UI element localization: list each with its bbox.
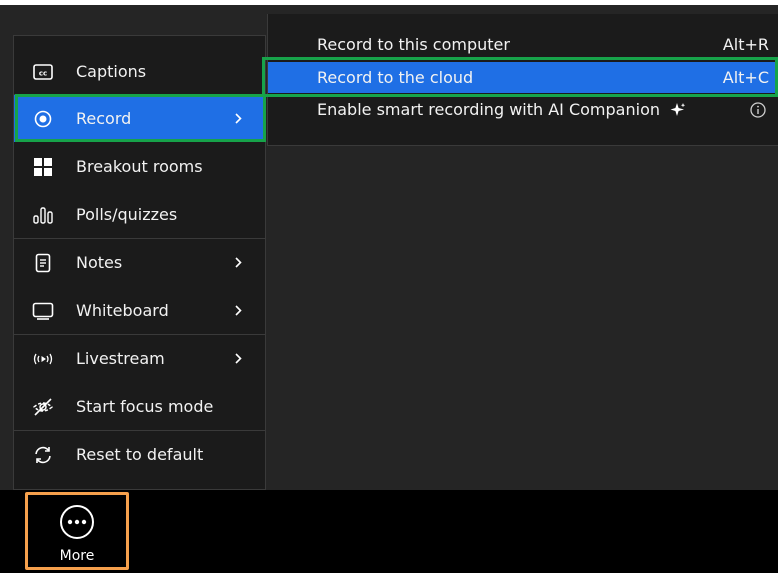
- chevron-right-icon: [233, 257, 243, 268]
- submenu-item-label: Enable smart recording with AI Companion: [317, 100, 660, 119]
- menu-item-whiteboard[interactable]: Whiteboard: [14, 287, 265, 334]
- submenu-item-label: Record to this computer: [317, 35, 510, 54]
- whiteboard-icon: [31, 299, 55, 323]
- chevron-right-icon: [233, 305, 243, 316]
- menu-item-captions[interactable]: cc Captions: [14, 48, 265, 95]
- screenshot-canvas: cc Captions Record Breakout rooms Polls/…: [0, 0, 778, 573]
- captions-icon: cc: [31, 60, 55, 84]
- submenu-item-record-to-cloud[interactable]: Record to the cloud Alt+C: [268, 62, 778, 93]
- menu-item-label: Whiteboard: [76, 301, 169, 320]
- record-icon: [31, 107, 55, 131]
- sparkle-icon: [670, 102, 686, 118]
- menu-item-livestream[interactable]: Livestream: [14, 335, 265, 382]
- menu-item-label: Reset to default: [76, 445, 204, 464]
- menu-item-record[interactable]: Record: [14, 95, 265, 142]
- shortcut-label: Alt+R: [722, 35, 769, 54]
- notes-icon: [31, 251, 55, 275]
- menu-item-label: Notes: [76, 253, 123, 272]
- shortcut-label: Alt+C: [722, 68, 769, 87]
- svg-text:cc: cc: [39, 69, 47, 77]
- submenu-item-label: Record to the cloud: [317, 68, 474, 87]
- menu-item-breakout-rooms[interactable]: Breakout rooms: [14, 143, 265, 190]
- menu-item-label: Polls/quizzes: [76, 205, 178, 224]
- more-menu: cc Captions Record Breakout rooms Polls/…: [13, 35, 266, 490]
- more-label: More: [59, 548, 95, 564]
- info-icon[interactable]: [750, 101, 766, 118]
- menu-item-notes[interactable]: Notes: [14, 239, 265, 286]
- chevron-right-icon: [233, 113, 243, 124]
- menu-item-label: Record: [76, 109, 132, 128]
- focus-mode-icon: [31, 395, 55, 419]
- breakout-rooms-icon: [31, 155, 55, 179]
- menu-item-label: Start focus mode: [76, 397, 214, 416]
- menu-item-label: Breakout rooms: [76, 157, 203, 176]
- polls-icon: [31, 203, 55, 227]
- livestream-icon: [31, 347, 55, 371]
- menu-item-polls-quizzes[interactable]: Polls/quizzes: [14, 191, 265, 238]
- reset-icon: [31, 443, 55, 467]
- chevron-right-icon: [233, 353, 243, 364]
- menu-item-start-focus-mode[interactable]: Start focus mode: [14, 383, 265, 430]
- menu-item-reset-to-default[interactable]: Reset to default: [14, 431, 265, 478]
- more-button[interactable]: More: [25, 492, 129, 570]
- menu-item-label: Livestream: [76, 349, 165, 368]
- submenu-item-record-to-computer[interactable]: Record to this computer Alt+R: [268, 29, 778, 60]
- more-ellipsis-icon: [59, 504, 95, 540]
- submenu-item-smart-recording[interactable]: Enable smart recording with AI Companion: [268, 94, 778, 125]
- record-submenu: Record to this computer Alt+R Record to …: [267, 14, 778, 146]
- menu-item-label: Captions: [76, 62, 147, 81]
